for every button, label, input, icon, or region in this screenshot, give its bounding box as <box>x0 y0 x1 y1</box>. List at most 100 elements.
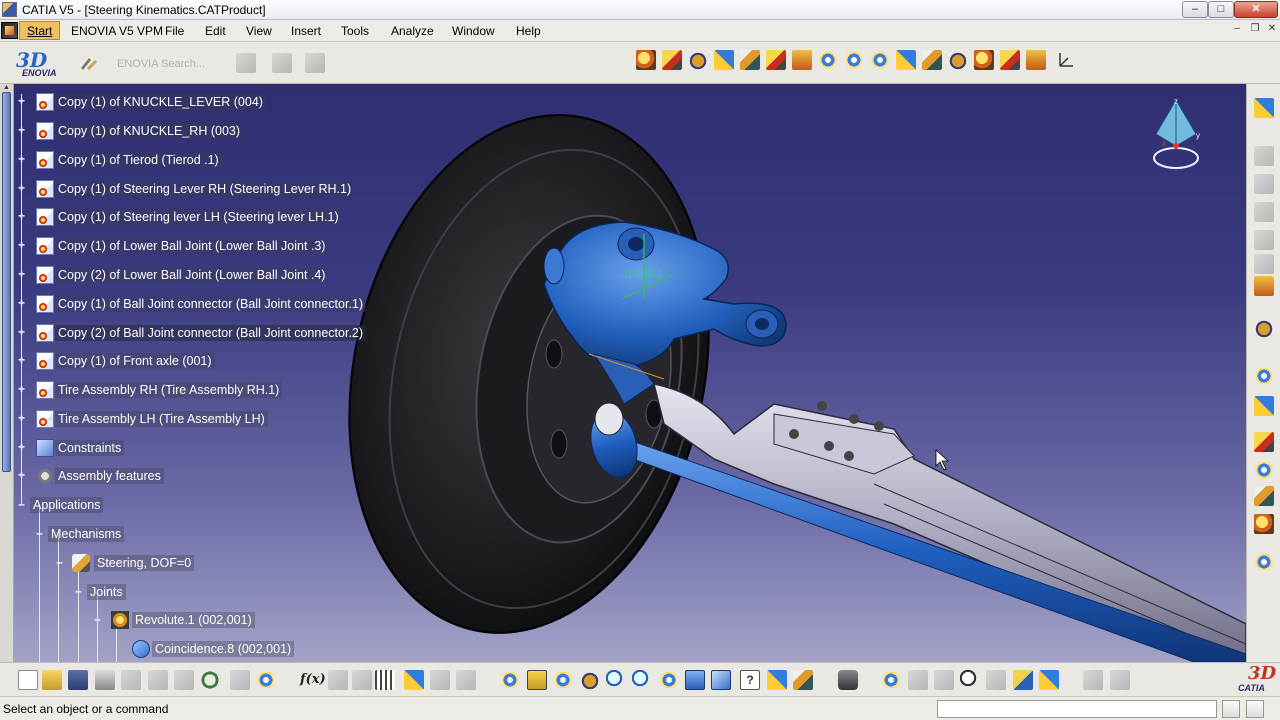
tree-scroll-thumb[interactable] <box>2 92 11 472</box>
collapse-icon[interactable]: – <box>54 556 65 569</box>
expand-icon[interactable]: + <box>16 153 27 166</box>
menu-analyze[interactable]: Analyze <box>391 24 434 38</box>
expand-icon[interactable]: + <box>16 95 27 108</box>
start-menu-icon[interactable] <box>1 22 18 39</box>
expand-icon[interactable]: + <box>16 297 27 310</box>
menu-window[interactable]: Window <box>452 24 495 38</box>
tire-model[interactable] <box>303 84 754 662</box>
collapse-icon[interactable]: – <box>16 498 27 511</box>
front-axle-model[interactable] <box>652 383 1246 662</box>
redo-icon[interactable] <box>230 670 250 690</box>
mechanism-analysis-icon[interactable] <box>1254 514 1274 534</box>
status-button-2[interactable] <box>1246 700 1264 718</box>
axis-system-icon[interactable] <box>1056 50 1076 70</box>
trace-icon[interactable] <box>1254 396 1274 416</box>
planar-joint-icon[interactable] <box>792 50 812 70</box>
rigid-joint-icon[interactable] <box>818 50 838 70</box>
open-file-icon[interactable] <box>42 670 62 690</box>
menu-enovia-vpm[interactable]: ENOVIA V5 VPM <box>71 24 163 38</box>
sectioning-icon[interactable] <box>1110 670 1130 690</box>
compile-simulation-icon[interactable] <box>1254 146 1274 166</box>
scroll-up-arrow-icon[interactable]: ▲ <box>2 84 11 92</box>
hide-show-icon[interactable] <box>767 670 787 690</box>
roll-curve-joint-icon[interactable] <box>896 50 916 70</box>
fixed-part-icon[interactable] <box>1254 460 1274 480</box>
expand-icon[interactable]: + <box>16 326 27 339</box>
knowledge-icon[interactable] <box>352 670 372 690</box>
expand-icon[interactable]: + <box>16 354 27 367</box>
tree-scrollbar[interactable]: ▲ <box>0 84 14 662</box>
menu-tools[interactable]: Tools <box>341 24 369 38</box>
replay-icon[interactable] <box>1254 174 1274 194</box>
multi-view-icon[interactable] <box>685 670 705 690</box>
rack-joint-icon[interactable] <box>1026 50 1046 70</box>
swap-visible-space-icon[interactable] <box>793 670 813 690</box>
enovia-save-icon[interactable] <box>272 53 292 73</box>
formula-icon[interactable]: f(x) <box>300 670 326 690</box>
shading-icon[interactable]: ? <box>740 670 760 690</box>
collapse-icon[interactable]: – <box>73 585 84 598</box>
clash-icon[interactable] <box>1083 670 1103 690</box>
pan-icon[interactable] <box>553 670 573 690</box>
fit-all-in-icon[interactable] <box>527 670 547 690</box>
apply-material-icon[interactable] <box>881 670 901 690</box>
layer-filter-icon[interactable] <box>1013 670 1033 690</box>
simulate-with-commands-icon[interactable] <box>1254 202 1274 222</box>
simulate-with-laws-icon[interactable] <box>1254 230 1274 250</box>
expand-icon[interactable]: + <box>16 383 27 396</box>
annotation-icon[interactable] <box>328 670 348 690</box>
menu-file[interactable]: File <box>165 24 184 38</box>
menu-view[interactable]: View <box>246 24 272 38</box>
status-button-1[interactable] <box>1222 700 1240 718</box>
3d-viewport[interactable]: -162,685 + Copy (1) of KNUCKLE_LEVER (00… <box>14 84 1246 662</box>
expand-icon[interactable]: + <box>16 441 27 454</box>
expand-icon[interactable]: + <box>16 210 27 223</box>
catalog-browser-icon[interactable] <box>404 670 424 690</box>
point-surface-joint-icon[interactable] <box>922 50 942 70</box>
speed-acceleration-icon[interactable] <box>1254 432 1274 452</box>
sequence-icon[interactable] <box>1254 254 1274 274</box>
collapse-icon[interactable]: – <box>92 613 103 626</box>
document-minimize-button[interactable]: – <box>1230 23 1244 37</box>
cut-icon[interactable] <box>121 670 141 690</box>
close-button[interactable]: ✕ <box>1234 1 1278 18</box>
copy-icon[interactable] <box>148 670 168 690</box>
minimize-button[interactable]: – <box>1182 1 1208 18</box>
zoom-in-icon[interactable] <box>606 670 626 690</box>
cv-joint-icon[interactable] <box>974 50 994 70</box>
compass-icon[interactable]: z y x <box>1148 96 1204 180</box>
menu-insert[interactable]: Insert <box>291 24 321 38</box>
print-icon[interactable] <box>95 670 115 690</box>
whats-this-icon[interactable] <box>256 670 276 690</box>
steering-assembly-3d-model[interactable]: -162,685 <box>14 84 1246 662</box>
expand-icon[interactable]: + <box>16 182 27 195</box>
menu-start[interactable]: Start <box>19 21 61 40</box>
capture-icon[interactable] <box>838 670 858 690</box>
enovia-filter-icon[interactable] <box>236 53 256 73</box>
undo-icon[interactable] <box>200 670 220 690</box>
expand-icon[interactable]: + <box>16 124 27 137</box>
save-icon[interactable] <box>68 670 88 690</box>
screw-joint-icon[interactable] <box>740 50 760 70</box>
paste-icon[interactable] <box>174 670 194 690</box>
revolute-joint-icon[interactable] <box>662 50 682 70</box>
expand-icon[interactable]: + <box>16 469 27 482</box>
distance-band-icon[interactable] <box>1254 552 1274 572</box>
slide-curve-joint-icon[interactable] <box>870 50 890 70</box>
reference-icon[interactable] <box>456 670 476 690</box>
expand-icon[interactable]: + <box>16 412 27 425</box>
simulation-icon[interactable] <box>1254 98 1274 118</box>
new-mechanism-icon[interactable] <box>636 50 656 70</box>
menu-help[interactable]: Help <box>516 24 541 38</box>
prismatic-joint-icon[interactable] <box>688 50 708 70</box>
search-icon[interactable] <box>960 670 980 690</box>
gear-joint-icon[interactable] <box>1000 50 1020 70</box>
enovia-search-field[interactable]: ENOVIA Search... <box>74 53 230 75</box>
menu-edit[interactable]: Edit <box>205 24 226 38</box>
command-input[interactable] <box>937 700 1217 718</box>
wire-icon[interactable] <box>1039 670 1059 690</box>
collapse-icon[interactable]: – <box>34 527 45 540</box>
zoom-out-icon[interactable] <box>632 670 652 690</box>
normal-view-icon[interactable] <box>659 670 679 690</box>
isometric-view-icon[interactable] <box>711 670 731 690</box>
